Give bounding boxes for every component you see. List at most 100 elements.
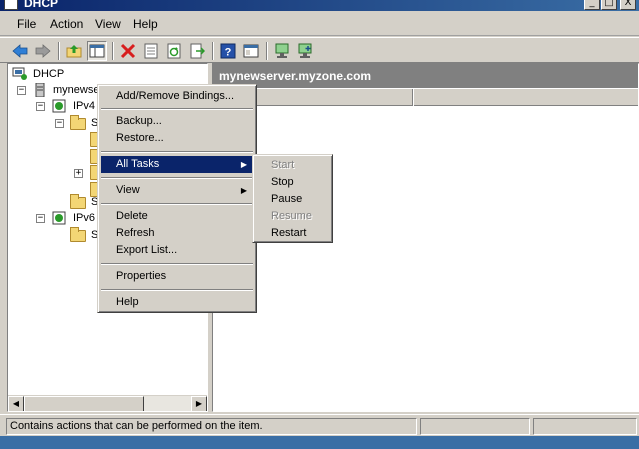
menu-item-all-tasks[interactable]: All Tasks ▶	[101, 156, 253, 173]
menu-item-properties[interactable]: Properties	[101, 268, 253, 285]
status-panel	[533, 418, 637, 435]
show-hide-tree-icon	[89, 44, 105, 58]
status-bar: Contains actions that can be performed o…	[0, 414, 639, 436]
desktop-strip	[0, 436, 639, 449]
menu-help[interactable]: Help	[133, 17, 158, 31]
delete-icon	[120, 43, 136, 59]
console-window-button[interactable]	[241, 41, 261, 61]
tree-label: DHCP	[33, 68, 65, 80]
folder-icon	[70, 227, 86, 242]
help-icon: ?	[220, 43, 236, 59]
folder-icon	[70, 194, 86, 209]
all-tasks-submenu: Start Stop Pause Resume Restart	[252, 154, 333, 243]
toolbar-separator	[112, 42, 114, 60]
menu-item-refresh[interactable]: Refresh	[101, 225, 253, 242]
help-button[interactable]: ?	[218, 41, 238, 61]
submenu-item-pause[interactable]: Pause	[256, 191, 329, 208]
properties-button[interactable]	[141, 41, 161, 61]
server-add-button[interactable]	[295, 41, 315, 61]
tree-node-scope[interactable]: S	[70, 115, 100, 131]
menu-bar: File Action View Help	[0, 11, 639, 36]
menu-separator	[101, 108, 253, 110]
folder-icon	[70, 115, 86, 130]
ipv6-node-icon	[52, 211, 66, 225]
window-title: DHCP	[24, 0, 59, 10]
scroll-thumb[interactable]	[24, 396, 144, 411]
submenu-item-start: Start	[271, 159, 295, 171]
menu-item-restore[interactable]: Restore...	[101, 130, 253, 147]
tree-horizontal-scrollbar[interactable]: ◀ ▶	[8, 395, 207, 411]
collapse-toggle[interactable]: −	[36, 102, 45, 111]
menu-separator	[101, 177, 253, 179]
column-headers	[213, 89, 638, 106]
export-list-button[interactable]	[187, 41, 207, 61]
forward-button[interactable]	[33, 41, 53, 61]
menu-item-label: All Tasks	[116, 158, 160, 170]
dhcp-app-icon	[4, 0, 18, 10]
menu-item-help[interactable]: Help	[101, 294, 253, 311]
status-panel	[420, 418, 530, 435]
back-button[interactable]	[10, 41, 30, 61]
delete-button[interactable]	[118, 41, 138, 61]
scroll-left-button[interactable]: ◀	[8, 396, 24, 411]
toolbar-separator	[212, 42, 214, 60]
forward-icon	[35, 44, 51, 58]
menu-separator	[101, 289, 253, 291]
ipv4-node-icon	[52, 99, 66, 113]
up-folder-icon	[66, 45, 82, 58]
menu-item-add-remove-bindings[interactable]: Add/Remove Bindings...	[101, 88, 253, 105]
server-button[interactable]	[272, 41, 292, 61]
up-one-level-button[interactable]	[64, 41, 84, 61]
menu-item-label: View	[116, 184, 140, 196]
tree-node-server-options[interactable]: S	[70, 194, 100, 210]
column-header[interactable]	[413, 89, 638, 106]
submenu-item-restart[interactable]: Restart	[256, 225, 329, 242]
dhcp-root-icon	[12, 67, 27, 80]
expand-toggle[interactable]: +	[74, 169, 83, 178]
menu-item-delete[interactable]: Delete	[101, 208, 253, 225]
menu-separator	[101, 203, 253, 205]
submenu-item-resume: Resume	[271, 210, 312, 222]
menu-item-export-list[interactable]: Export List...	[101, 242, 253, 259]
toolbar-separator	[266, 42, 268, 60]
refresh-button[interactable]	[164, 41, 184, 61]
collapse-toggle[interactable]: −	[36, 214, 45, 223]
console-window-icon	[243, 44, 259, 58]
export-list-icon	[190, 43, 205, 59]
maximize-button[interactable]: □	[601, 0, 617, 10]
toolbar-separator	[58, 42, 60, 60]
scroll-right-button[interactable]: ▶	[191, 396, 207, 411]
menu-view[interactable]: View	[95, 17, 121, 31]
menu-separator	[101, 263, 253, 265]
menu-item-backup[interactable]: Backup...	[101, 113, 253, 130]
svg-text:?: ?	[225, 47, 232, 59]
minimize-button[interactable]: _	[584, 0, 600, 10]
toolbar: ?	[0, 37, 639, 63]
tree-node-ipv4[interactable]: IPv4	[52, 98, 97, 114]
tree-label: IPv4	[73, 100, 96, 112]
context-menu: Add/Remove Bindings... Backup... Restore…	[97, 84, 257, 313]
properties-icon	[144, 43, 158, 59]
menu-item-view[interactable]: View ▶	[101, 182, 253, 199]
tree-node-ipv6[interactable]: IPv6	[52, 210, 97, 226]
server-icon	[275, 43, 289, 58]
menu-separator	[101, 151, 253, 153]
tree-node-ipv6-options[interactable]: S	[70, 227, 100, 243]
submenu-arrow-icon: ▶	[240, 160, 247, 169]
menu-file[interactable]: File	[17, 17, 36, 31]
tree-node-dhcp[interactable]: DHCP	[12, 66, 66, 82]
server-node-icon	[35, 83, 45, 97]
close-button[interactable]: X	[620, 0, 636, 10]
server-add-icon	[298, 43, 312, 58]
status-text: Contains actions that can be performed o…	[6, 418, 417, 435]
submenu-arrow-icon: ▶	[240, 186, 247, 195]
menu-action[interactable]: Action	[50, 17, 83, 31]
collapse-toggle[interactable]: −	[17, 86, 26, 95]
back-icon	[12, 44, 28, 58]
results-header: mynewserver.myzone.com	[213, 64, 638, 88]
show-hide-console-tree-button[interactable]	[87, 41, 107, 61]
refresh-icon	[167, 43, 181, 59]
submenu-item-stop[interactable]: Stop	[256, 174, 329, 191]
collapse-toggle[interactable]: −	[55, 119, 64, 128]
tree-label: IPv6	[73, 212, 96, 224]
